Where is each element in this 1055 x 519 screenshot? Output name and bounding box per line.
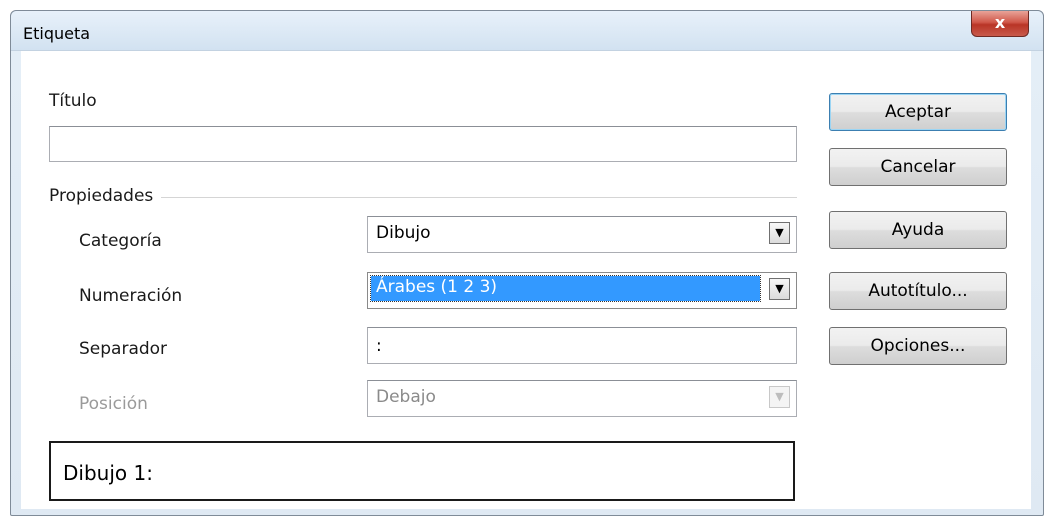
categoria-dropdown[interactable]: Dibujo ▼ — [367, 216, 797, 253]
ayuda-button[interactable]: Ayuda — [829, 211, 1007, 249]
close-button[interactable]: x — [971, 11, 1029, 37]
numeracion-dropdown[interactable]: Árabes (1 2 3) ▼ — [367, 272, 797, 309]
separador-label: Separador — [79, 339, 168, 359]
posicion-dropdown: Debajo ▼ — [367, 380, 797, 417]
chevron-down-icon: ▼ — [769, 386, 790, 408]
propiedades-group-label: Propiedades — [49, 186, 162, 206]
opciones-button[interactable]: Opciones... — [829, 327, 1007, 365]
preview-text: Dibujo 1: — [63, 461, 153, 485]
titulo-label: Título — [49, 91, 97, 111]
titulo-input[interactable] — [49, 126, 797, 162]
chevron-down-icon[interactable]: ▼ — [769, 222, 790, 244]
autotitulo-button[interactable]: Autotítulo... — [829, 272, 1007, 310]
close-icon: x — [994, 13, 1006, 32]
chevron-down-icon[interactable]: ▼ — [769, 278, 790, 300]
caption-preview: Dibujo 1: — [49, 441, 795, 501]
categoria-value: Dibujo — [376, 223, 431, 243]
title-bar[interactable]: Etiqueta x — [11, 11, 1043, 51]
numeracion-value: Árabes (1 2 3) — [370, 275, 761, 302]
aceptar-button[interactable]: Aceptar — [829, 93, 1007, 131]
label-dialog: Etiqueta x Título Propiedades Categoría … — [10, 10, 1044, 516]
dialog-content: Título Propiedades Categoría Dibujo ▼ Nu… — [21, 51, 1031, 509]
separador-input[interactable]: : — [367, 327, 797, 364]
numeracion-label: Numeración — [79, 286, 183, 306]
cancelar-button[interactable]: Cancelar — [829, 148, 1007, 186]
posicion-value: Debajo — [376, 387, 436, 407]
categoria-label: Categoría — [79, 231, 162, 251]
dialog-title: Etiqueta — [23, 24, 91, 43]
separador-value: : — [376, 336, 382, 356]
posicion-label: Posición — [79, 394, 148, 414]
